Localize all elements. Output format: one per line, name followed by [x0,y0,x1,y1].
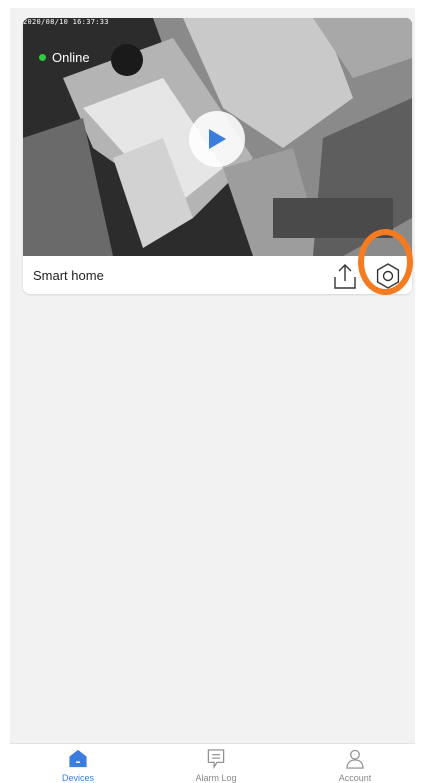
alarm-log-icon [207,749,225,769]
status-dot-icon [39,54,46,61]
bottom-tab-bar: Devices Alarm Log Account [10,743,415,783]
home-icon [69,749,87,768]
tab-devices[interactable]: Devices [28,744,128,783]
tab-account[interactable]: Account [305,744,405,783]
settings-button[interactable] [374,262,402,290]
settings-icon [376,263,400,289]
play-button[interactable] [189,111,245,167]
account-icon [346,749,364,769]
status-label: Online [52,50,90,65]
device-card-footer: Smart home [23,256,412,294]
device-card[interactable]: 2020/08/10 16:37:33 Online Smart home [23,18,412,294]
camera-timestamp: 2020/08/10 16:37:33 [23,18,109,26]
device-name: Smart home [33,268,104,283]
tab-alarm-log[interactable]: Alarm Log [166,744,266,783]
app-screen: 2020/08/10 16:37:33 Online Smart home De… [10,8,415,783]
online-status: Online [39,50,90,65]
share-icon [334,264,356,289]
play-icon [209,129,226,149]
camera-preview[interactable]: 2020/08/10 16:37:33 Online [23,18,412,256]
share-button[interactable] [332,262,358,290]
